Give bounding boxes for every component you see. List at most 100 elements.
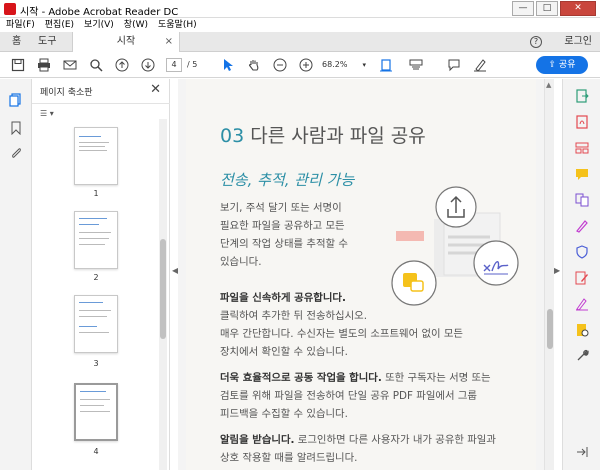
intro-paragraph: 보기, 주석 달기 또는 서명이 필요한 파일을 공유하고 모든 단계의 작업 … — [220, 199, 348, 271]
create-pdf-icon[interactable] — [575, 115, 589, 129]
tab-tools[interactable]: 도구 — [38, 32, 56, 52]
thumb-line — [79, 238, 109, 239]
email-icon[interactable] — [62, 57, 78, 73]
thumb-line — [79, 146, 105, 147]
collab-paragraph-line: 검토를 위해 파일을 전송하여 단일 공유 PDF 파일에서 그룹 — [220, 390, 477, 402]
thumbnail-number: 1 — [93, 189, 99, 198]
menu-help[interactable]: 도움말(H) — [158, 18, 197, 32]
protect-icon[interactable] — [575, 245, 589, 259]
zoom-out-icon[interactable] — [272, 57, 288, 73]
document-scroll-thumb[interactable] — [547, 309, 553, 349]
thumbnail-page-1[interactable] — [74, 127, 118, 185]
page-fit-icon[interactable] — [378, 57, 394, 73]
maximize-button[interactable]: □ — [536, 1, 558, 16]
thumb-line — [79, 244, 105, 245]
organize-pages-icon[interactable] — [575, 141, 589, 155]
thumbnail-options-icon[interactable]: ☰ ▾ — [40, 109, 62, 121]
select-cursor-icon[interactable] — [220, 57, 236, 73]
export-pdf-icon[interactable] — [575, 89, 589, 103]
login-button[interactable]: 로그인 — [564, 32, 592, 52]
notify-paragraph-line: 상호 작용할 때를 알려드립니다. — [220, 452, 358, 464]
zoom-in-icon[interactable] — [298, 57, 314, 73]
collab-paragraph-line: 또한 구독자는 서명 또는 — [381, 372, 491, 384]
acrobat-app-icon — [4, 3, 16, 15]
document-page: 03 다른 사람과 파일 공유 전송, 추적, 관리 가능 보기, 주석 달기 … — [186, 79, 536, 470]
thumb-line — [79, 332, 109, 333]
tab-close-icon[interactable]: × — [165, 32, 173, 52]
menu-bar: 파일(F) 편집(E) 보기(V) 창(W) 도움말(H) — [0, 18, 600, 32]
illus-highlight-bar — [396, 231, 424, 241]
help-icon[interactable]: ? — [530, 36, 542, 48]
minimize-button[interactable]: — — [512, 1, 534, 16]
page-thumbnails-icon[interactable] — [9, 93, 23, 107]
thumbnail-page-2[interactable] — [74, 211, 118, 269]
chevron-down-icon: ▾ — [362, 61, 366, 69]
print-icon[interactable] — [36, 57, 52, 73]
panel-close-icon[interactable]: ✕ — [150, 82, 161, 97]
bookmark-icon[interactable] — [9, 121, 23, 136]
page-heading: 03 다른 사람과 파일 공유 — [220, 121, 426, 148]
thumb-line — [79, 150, 107, 151]
prev-page-icon[interactable] — [114, 57, 130, 73]
intro-line: 필요한 파일을 공유하고 모든 — [220, 220, 345, 232]
scroll-mode-icon[interactable] — [408, 57, 424, 73]
document-scrollbar[interactable]: ▲ — [544, 79, 554, 470]
thumbnail-page-4[interactable] — [74, 383, 118, 441]
share-icon: ⇪ — [548, 60, 559, 70]
attachment-icon[interactable] — [9, 147, 23, 161]
comment-tool-icon[interactable] — [575, 167, 589, 181]
scroll-up-icon[interactable]: ▲ — [546, 81, 551, 89]
share-paragraph-line: 장치에서 확인할 수 있습니다. — [220, 346, 348, 358]
fill-sign-icon[interactable] — [575, 219, 589, 233]
collab-paragraph-line: 피드백을 수집할 수 있습니다. — [220, 408, 348, 420]
window-title: 시작 - Adobe Acrobat Reader DC — [20, 7, 179, 18]
thumb-line — [79, 326, 97, 327]
menu-window[interactable]: 창(W) — [124, 18, 148, 32]
thumb-line — [79, 302, 103, 303]
comment-icon[interactable] — [446, 57, 462, 73]
thumbnail-scrollbar[interactable] — [159, 119, 167, 470]
request-signature-icon[interactable] — [575, 297, 589, 311]
zoom-level-select[interactable]: 68.2% ▾ — [322, 58, 368, 72]
thumbnail-page-3[interactable] — [74, 295, 118, 353]
share-paragraph-title: 파일을 신속하게 공유합니다. — [220, 292, 346, 304]
send-track-icon[interactable] — [575, 323, 589, 337]
tab-document-label: 시작 — [116, 36, 136, 47]
thumb-line — [79, 310, 111, 311]
comment-bubble-icon — [410, 280, 424, 292]
thumb-line — [80, 399, 110, 400]
left-nav-strip — [0, 79, 32, 470]
tab-document[interactable]: 시작 × — [72, 32, 180, 52]
next-page-icon[interactable] — [140, 57, 156, 73]
collapse-right-panel-icon[interactable]: ▶ — [554, 266, 560, 275]
sign-pen-icon[interactable] — [472, 57, 488, 73]
close-window-button[interactable]: ✕ — [560, 1, 596, 16]
hand-tool-icon[interactable] — [246, 57, 262, 73]
thumbnail-panel-title: 페이지 축소판 — [40, 88, 93, 98]
menu-view[interactable]: 보기(V) — [84, 18, 114, 32]
share-button[interactable]: ⇪ 공유 — [536, 56, 588, 74]
search-icon[interactable] — [88, 57, 104, 73]
collapse-tools-icon[interactable] — [575, 445, 589, 459]
thumb-line — [80, 405, 104, 406]
more-tools-icon[interactable] — [575, 349, 589, 363]
menu-edit[interactable]: 편집(E) — [45, 18, 74, 32]
notify-paragraph-line: 로그인하면 다른 사용자가 내가 공유한 파일과 — [294, 434, 496, 446]
thumbnail-number: 4 — [93, 447, 99, 456]
combine-files-icon[interactable] — [575, 193, 589, 207]
edit-pdf-icon[interactable] — [575, 271, 589, 285]
zoom-value: 68.2% — [322, 60, 348, 69]
thumb-line — [79, 224, 99, 225]
tab-home[interactable]: 홈 — [12, 32, 21, 52]
menu-file[interactable]: 파일(F) — [6, 18, 35, 32]
save-icon[interactable] — [10, 57, 26, 73]
document-viewport: 03 다른 사람과 파일 공유 전송, 추적, 관리 가능 보기, 주석 달기 … — [178, 79, 544, 470]
thumb-line — [80, 391, 106, 392]
thumbnail-scroll-thumb[interactable] — [160, 239, 166, 339]
page-number-input[interactable]: 4 — [166, 58, 182, 72]
notify-paragraph-title: 알림을 받습니다. — [220, 434, 295, 446]
share-illustration — [391, 186, 519, 306]
intro-line: 있습니다. — [220, 256, 262, 268]
thumb-line — [79, 232, 111, 233]
thumb-line — [79, 142, 109, 143]
